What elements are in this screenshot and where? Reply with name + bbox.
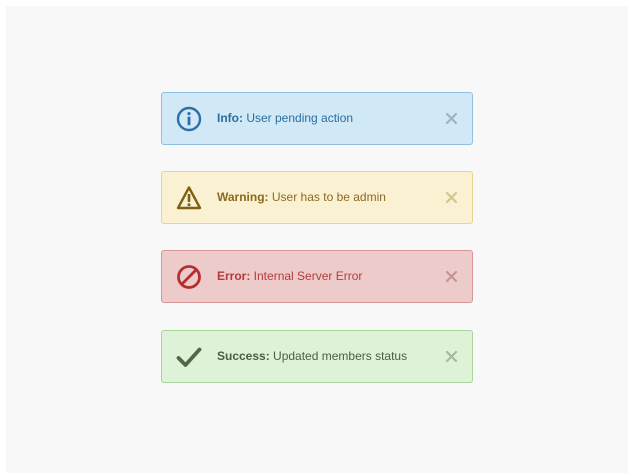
info-alert-text: User pending action bbox=[243, 111, 354, 125]
checkmark-icon bbox=[176, 347, 202, 367]
error-alert-text: Internal Server Error bbox=[250, 269, 363, 283]
page-background bbox=[6, 6, 628, 473]
close-icon[interactable] bbox=[445, 112, 458, 125]
prohibited-icon bbox=[177, 265, 201, 289]
success-alert: Success: Updated members status bbox=[161, 330, 473, 383]
close-icon[interactable] bbox=[445, 191, 458, 204]
warning-alert-text: User has to be admin bbox=[268, 190, 386, 204]
error-alert-label: Error: bbox=[217, 269, 251, 283]
success-alert-message: Success: Updated members status bbox=[217, 331, 407, 382]
info-alert-label: Info: bbox=[217, 111, 243, 125]
error-alert-message: Error: Internal Server Error bbox=[217, 251, 362, 302]
error-alert: Error: Internal Server Error bbox=[161, 250, 473, 303]
close-icon[interactable] bbox=[445, 350, 458, 363]
warning-triangle-icon bbox=[176, 186, 202, 210]
warning-alert: Warning: User has to be admin bbox=[161, 171, 473, 224]
success-alert-text: Updated members status bbox=[269, 349, 408, 363]
warning-alert-label: Warning: bbox=[217, 190, 269, 204]
warning-alert-message: Warning: User has to be admin bbox=[217, 172, 386, 223]
info-circle-icon bbox=[176, 106, 202, 132]
info-alert: Info: User pending action bbox=[161, 92, 473, 145]
success-alert-label: Success: bbox=[217, 349, 270, 363]
info-alert-message: Info: User pending action bbox=[217, 93, 353, 144]
close-icon[interactable] bbox=[445, 270, 458, 283]
